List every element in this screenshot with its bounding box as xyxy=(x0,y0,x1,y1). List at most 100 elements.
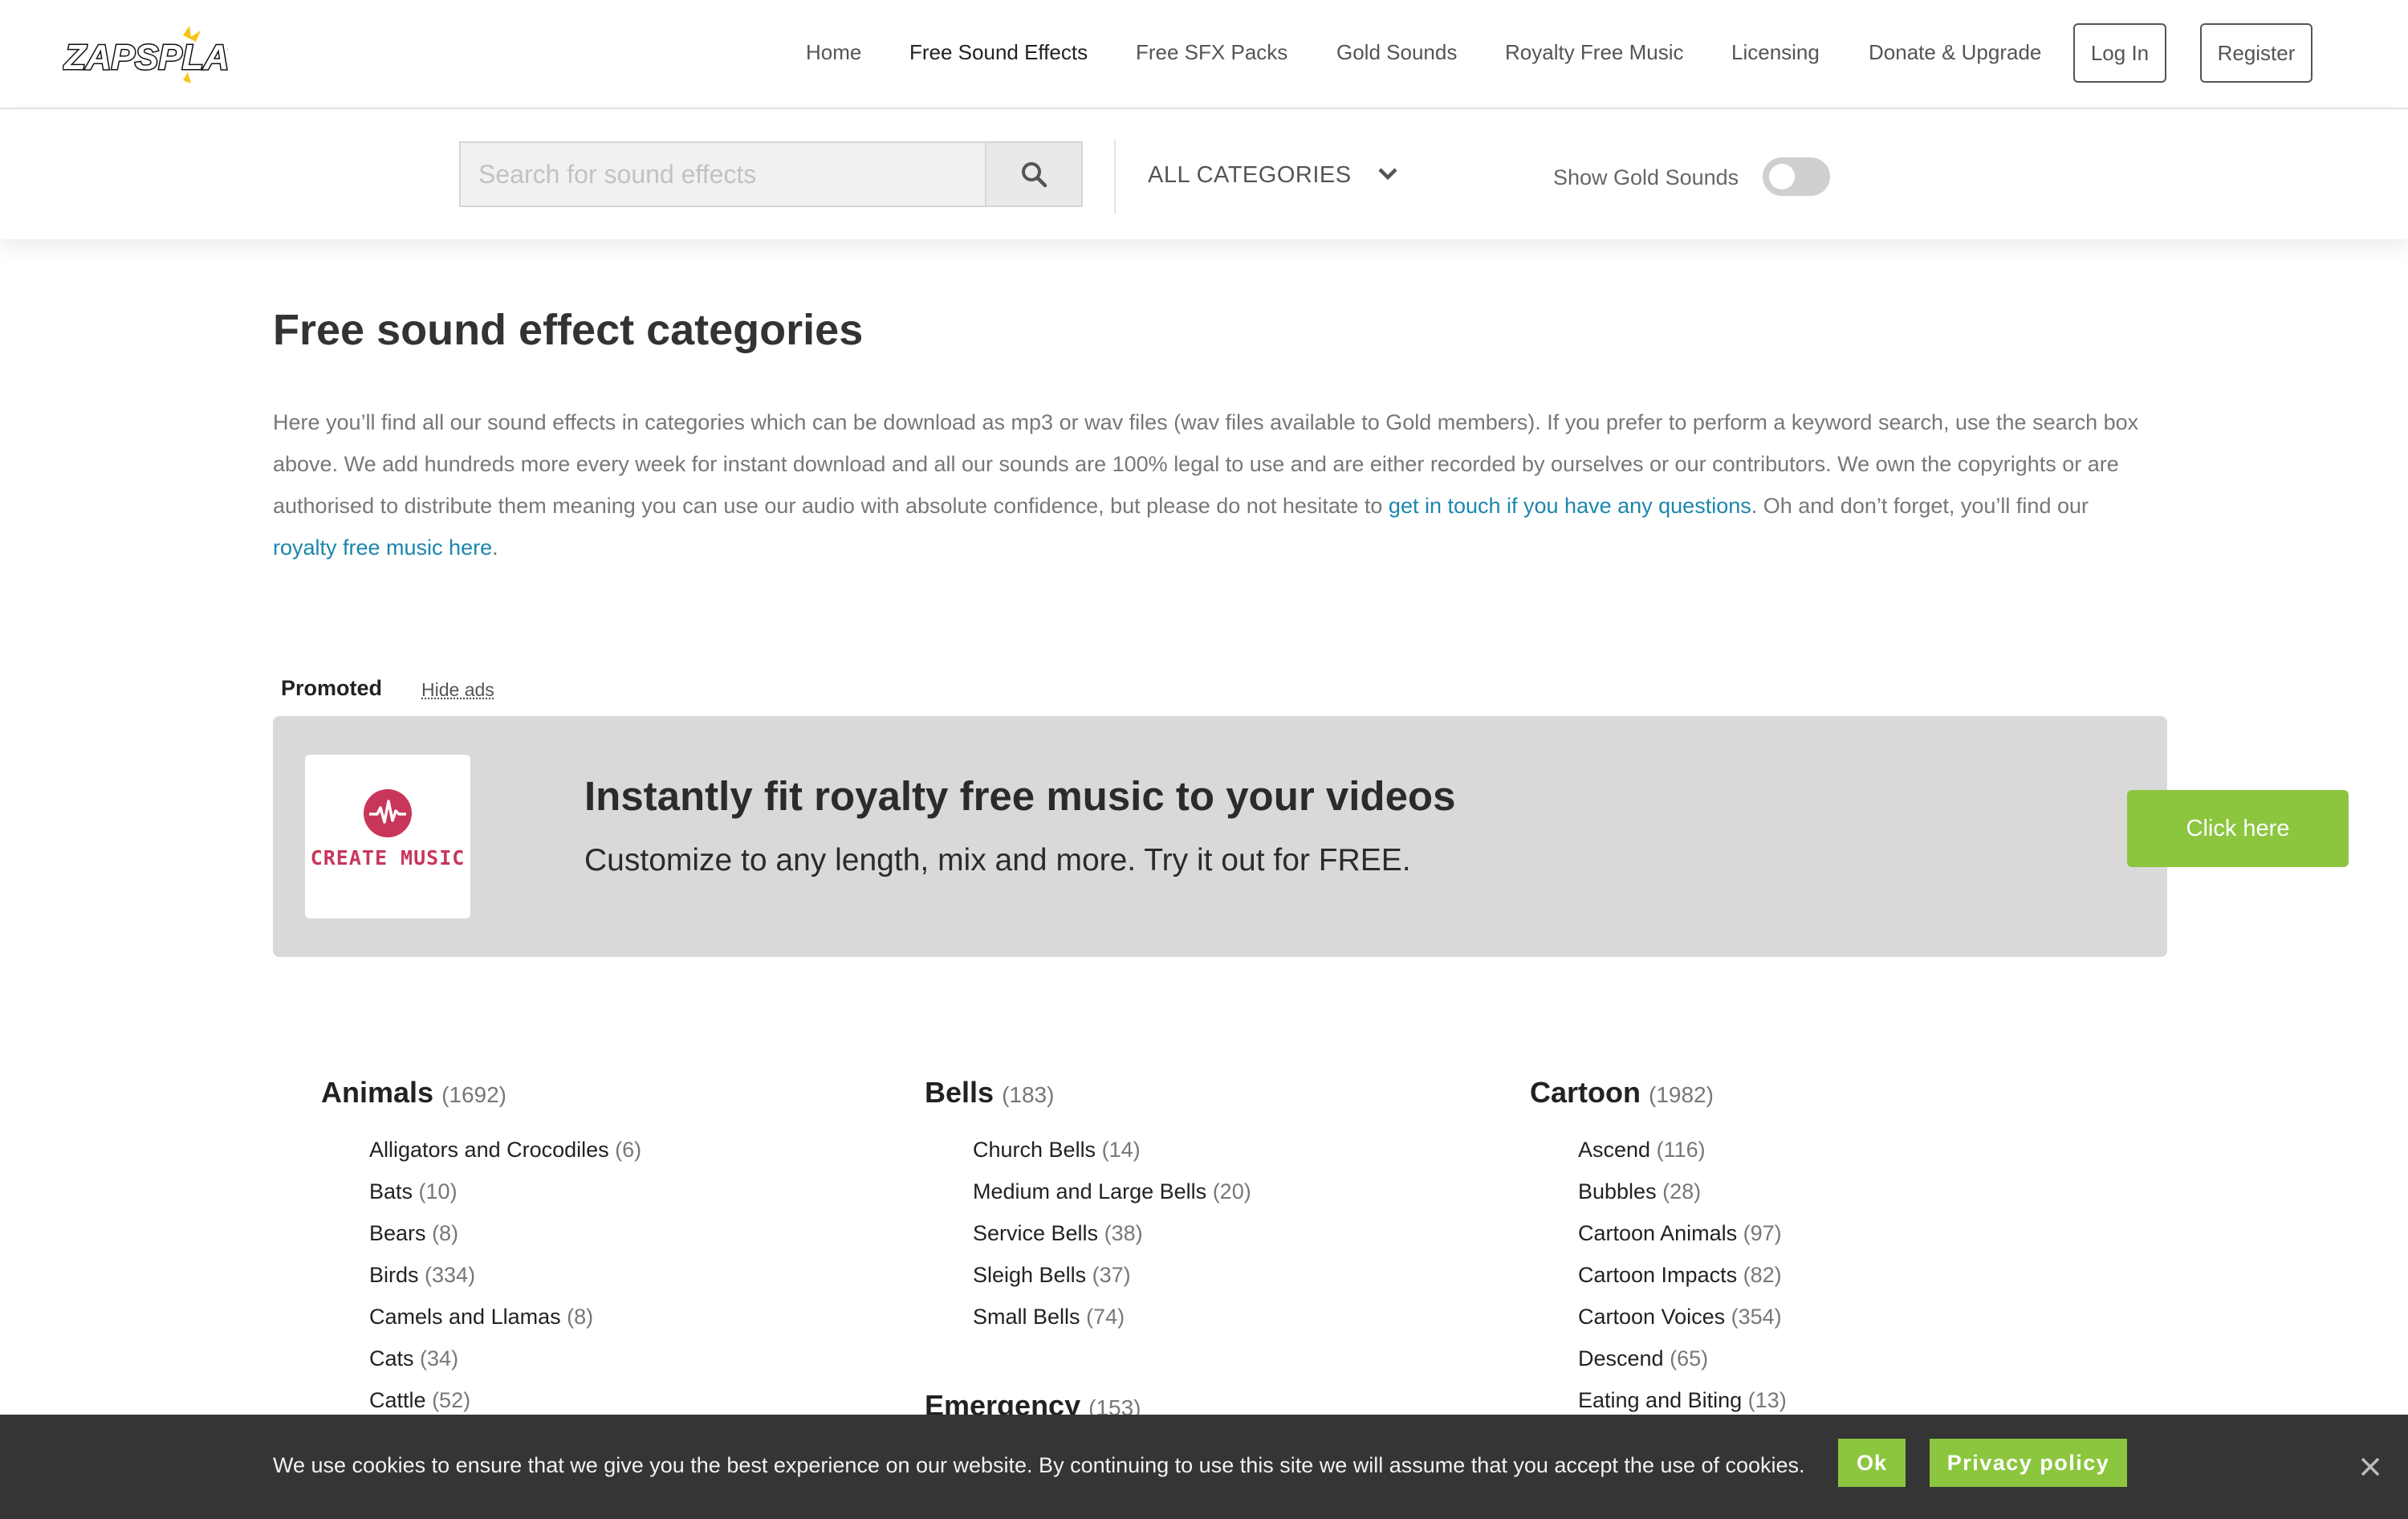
subcategory-count: (10) xyxy=(418,1179,458,1203)
category-name: Cartoon xyxy=(1530,1076,1641,1109)
subcategory-name: Cartoon Animals xyxy=(1578,1221,1738,1245)
subcategory-name: Cartoon Voices xyxy=(1578,1305,1726,1329)
subcategory-name: Bubbles xyxy=(1578,1179,1657,1203)
subcategory-count: (38) xyxy=(1104,1221,1143,1245)
subcategory-name: Eating and Biting xyxy=(1578,1388,1743,1412)
intro-paragraph: Here you’ll find all our sound effects i… xyxy=(273,401,2143,568)
category-count: (1982) xyxy=(1649,1082,1714,1107)
register-button[interactable]: Register xyxy=(2200,23,2312,83)
intro-text: . xyxy=(492,536,498,560)
category-count: (1692) xyxy=(441,1082,506,1107)
category-heading[interactable]: Bells (183) xyxy=(925,1076,1487,1110)
subcategory-item[interactable]: Service Bells (38) xyxy=(973,1212,1251,1254)
subcategory-count: (28) xyxy=(1662,1179,1702,1203)
nav-gold-sounds[interactable]: Gold Sounds xyxy=(1336,40,1457,65)
subcategory-name: Birds xyxy=(369,1263,419,1287)
subcategory-name: Church Bells xyxy=(973,1138,1096,1162)
intro-text: . Oh and don’t forget, you’ll find our xyxy=(1751,494,2089,518)
promo-title: Instantly fit royalty free music to your… xyxy=(584,773,1456,819)
royalty-free-music-link[interactable]: royalty free music here xyxy=(273,536,492,560)
hide-ads-link[interactable]: Hide ads xyxy=(421,679,494,701)
search-strip: ALL CATEGORIES Show Gold Sounds xyxy=(0,109,2408,239)
subcategory-name: Cats xyxy=(369,1346,414,1370)
toggle-knob xyxy=(1769,164,1795,189)
subcategory-count: (13) xyxy=(1747,1388,1787,1412)
subcategory-item[interactable]: Camels and Llamas (8) xyxy=(369,1296,641,1338)
promo-logo-text: CREATE MUSIC xyxy=(310,846,466,869)
subcategory-name: Camels and Llamas xyxy=(369,1305,561,1329)
gold-toggle-label: Show Gold Sounds xyxy=(1553,165,1739,189)
subcategory-item[interactable]: Descend (65) xyxy=(1578,1338,1787,1379)
category-column-bells: Bells (183) Church Bells (14) Medium and… xyxy=(925,1076,1487,1422)
subcategory-name: Cattle xyxy=(369,1388,426,1412)
subcategory-count: (14) xyxy=(1101,1138,1141,1162)
subcategory-count: (65) xyxy=(1670,1346,1709,1370)
subcategory-item[interactable]: Cartoon Impacts (82) xyxy=(1578,1254,1787,1296)
subcategory-name: Sleigh Bells xyxy=(973,1263,1087,1287)
subcategory-item[interactable]: Bubbles (28) xyxy=(1578,1171,1787,1212)
subcategory-count: (34) xyxy=(420,1346,459,1370)
subcategory-count: (82) xyxy=(1743,1263,1782,1287)
subcategory-count: (354) xyxy=(1731,1305,1782,1329)
category-column-cartoon: Cartoon (1982) Ascend (116) Bubbles (28)… xyxy=(1530,1076,2092,1412)
subcategory-count: (52) xyxy=(432,1388,471,1412)
nav-home[interactable]: Home xyxy=(806,40,861,65)
subcategory-item[interactable]: Alligators and Crocodiles (6) xyxy=(369,1129,641,1171)
category-heading[interactable]: Animals (1692) xyxy=(321,1076,883,1110)
promo-click-here-button[interactable]: Click here xyxy=(2127,790,2349,867)
subcategory-item[interactable]: Bats (10) xyxy=(369,1171,641,1212)
search-input[interactable] xyxy=(459,141,986,207)
subcategory-item[interactable]: Bears (8) xyxy=(369,1212,641,1254)
nav-royalty-free-music[interactable]: Royalty Free Music xyxy=(1505,40,1684,65)
subcategory-item[interactable]: Small Bells (74) xyxy=(973,1296,1251,1338)
subcategory-count: (334) xyxy=(425,1263,476,1287)
page-title: Free sound effect categories xyxy=(273,306,864,354)
subcategory-count: (116) xyxy=(1656,1138,1706,1162)
chevron-down-icon[interactable] xyxy=(1377,167,1398,181)
login-button[interactable]: Log In xyxy=(2073,23,2166,83)
search-button[interactable] xyxy=(985,141,1083,207)
category-heading[interactable]: Cartoon (1982) xyxy=(1530,1076,2092,1110)
subcategory-count: (37) xyxy=(1092,1263,1131,1287)
nav-donate-upgrade[interactable]: Donate & Upgrade xyxy=(1869,40,2041,65)
cookie-text: We use cookies to ensure that we give yo… xyxy=(273,1453,1805,1477)
subcategory-name: Service Bells xyxy=(973,1221,1099,1245)
promo-banner: CREATE MUSIC Instantly fit royalty free … xyxy=(273,716,2349,957)
site-header: ZAPSPLAT Home Free Sound Effects Free SF… xyxy=(0,0,2408,109)
subcategory-name: Small Bells xyxy=(973,1305,1080,1329)
cookie-banner: We use cookies to ensure that we give yo… xyxy=(0,1415,2408,1519)
contact-link[interactable]: get in touch if you have any questions xyxy=(1389,494,1751,518)
subcategory-name: Bats xyxy=(369,1179,413,1203)
subcategory-name: Cartoon Impacts xyxy=(1578,1263,1738,1287)
nav-free-sfx-packs[interactable]: Free SFX Packs xyxy=(1136,40,1287,65)
promoted-label: Promoted xyxy=(281,676,383,700)
gold-sounds-toggle[interactable] xyxy=(1763,157,1830,196)
subcategory-name: Alligators and Crocodiles xyxy=(369,1138,609,1162)
privacy-policy-button[interactable]: Privacy policy xyxy=(1930,1439,2127,1487)
subcategory-name: Bears xyxy=(369,1221,426,1245)
cookie-ok-button[interactable]: Ok xyxy=(1838,1439,1906,1487)
subcategory-item[interactable]: Church Bells (14) xyxy=(973,1129,1251,1171)
subcategory-item[interactable]: Birds (334) xyxy=(369,1254,641,1296)
subcategory-item[interactable]: Medium and Large Bells (20) xyxy=(973,1171,1251,1212)
search-icon xyxy=(1022,162,1047,188)
category-name: Animals xyxy=(321,1076,434,1109)
subcategory-item[interactable]: Cartoon Animals (97) xyxy=(1578,1212,1787,1254)
waveform-icon xyxy=(364,789,412,837)
subcategory-item[interactable]: Ascend (116) xyxy=(1578,1129,1787,1171)
subcategory-item[interactable]: Cats (34) xyxy=(369,1338,641,1379)
subcategory-item[interactable]: Cartoon Voices (354) xyxy=(1578,1296,1787,1338)
close-icon[interactable] xyxy=(2360,1456,2381,1477)
create-music-logo[interactable]: CREATE MUSIC xyxy=(305,755,470,918)
divider xyxy=(1114,140,1116,214)
subcategory-count: (20) xyxy=(1212,1179,1251,1203)
subcategory-count: (6) xyxy=(615,1138,642,1162)
subcategory-count: (8) xyxy=(567,1305,594,1329)
subcategory-count: (8) xyxy=(432,1221,459,1245)
subcategory-name: Ascend xyxy=(1578,1138,1651,1162)
category-select[interactable]: ALL CATEGORIES xyxy=(1148,159,1352,191)
subcategory-item[interactable]: Sleigh Bells (37) xyxy=(973,1254,1251,1296)
zapsplat-logo[interactable]: ZAPSPLAT xyxy=(63,24,228,85)
nav-free-sound-effects[interactable]: Free Sound Effects xyxy=(909,40,1088,65)
nav-licensing[interactable]: Licensing xyxy=(1731,40,1820,65)
